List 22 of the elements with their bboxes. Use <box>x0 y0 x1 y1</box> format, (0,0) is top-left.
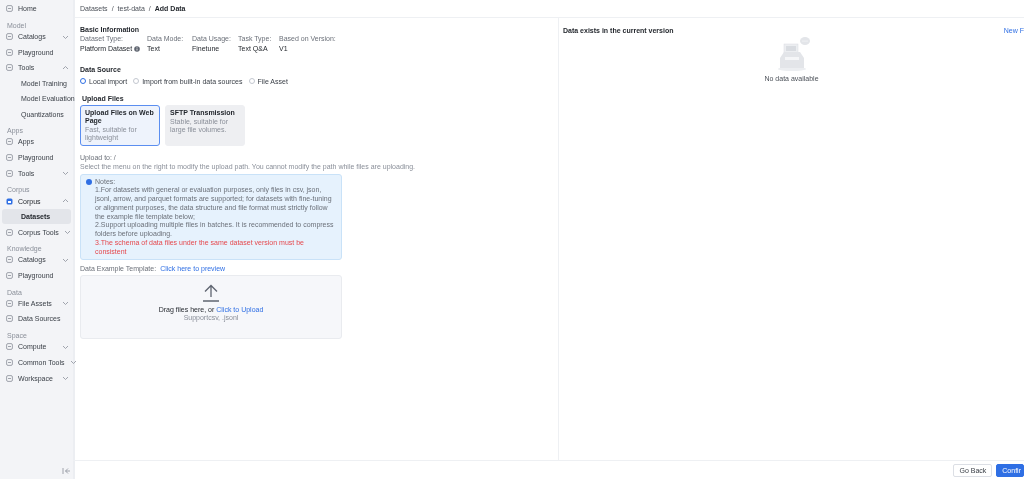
collapse-sidebar-icon[interactable] <box>62 467 71 475</box>
nav-icon <box>6 228 13 236</box>
nav-icon <box>6 272 13 279</box>
radio-button[interactable] <box>133 78 140 84</box>
nav-icon <box>6 197 13 205</box>
nav-icon <box>6 315 13 323</box>
nav-icon <box>6 343 13 351</box>
radio-button[interactable] <box>248 78 255 84</box>
nav-icon <box>6 358 13 366</box>
nav-icon <box>6 154 13 162</box>
nav-icon <box>6 299 13 307</box>
radio-button[interactable] <box>80 78 86 84</box>
nav-icon <box>6 256 13 264</box>
nav-icon <box>6 138 13 146</box>
nav-icon <box>6 64 13 72</box>
nav-icon <box>6 5 13 13</box>
nav-icon <box>6 374 13 382</box>
nav-icon <box>6 33 13 41</box>
info-dot-icon <box>86 179 92 186</box>
nav-icon <box>6 169 13 177</box>
upload-icon <box>202 284 220 303</box>
nav-icon <box>6 48 13 56</box>
